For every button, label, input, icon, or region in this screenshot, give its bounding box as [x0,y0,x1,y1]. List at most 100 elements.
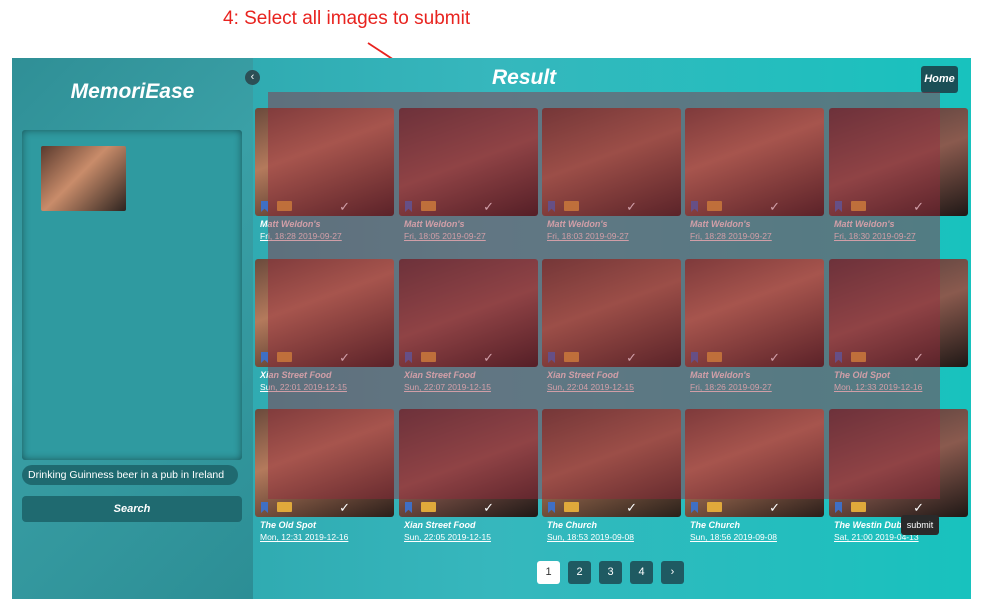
bookmark-icon[interactable] [548,502,555,513]
bookmark-icon[interactable] [405,502,412,513]
check-icon[interactable]: ✓ [626,199,637,215]
result-image[interactable]: ✓ [255,108,394,216]
result-image[interactable]: ✓ [685,108,824,216]
folder-icon[interactable] [277,352,292,362]
folder-icon[interactable] [851,201,866,211]
check-icon[interactable]: ✓ [913,500,924,516]
folder-icon[interactable] [421,502,436,512]
folder-icon[interactable] [277,201,292,211]
result-card[interactable]: ✓ Matt Weldon's Fri, 18:05 2019-09-27 [399,108,538,242]
result-card[interactable]: ✓ The Church Sun, 18:56 2019-09-08 [685,409,824,543]
folder-icon[interactable] [421,352,436,362]
page-button-2[interactable]: 2 [568,561,591,584]
result-card[interactable]: ✓ The Westin Dub Sat, 21:00 2019-04-13 [829,409,968,543]
check-icon[interactable]: ✓ [483,500,494,516]
result-card[interactable]: ✓ The Church Sun, 18:53 2019-09-08 [542,409,681,543]
folder-icon[interactable] [707,201,722,211]
result-card[interactable]: ✓ Xian Street Food Sun, 22:04 2019-12-15 [542,259,681,393]
folder-icon[interactable] [851,502,866,512]
folder-icon[interactable] [421,201,436,211]
check-icon[interactable]: ✓ [769,350,780,366]
folder-icon[interactable] [707,352,722,362]
check-icon[interactable]: ✓ [769,500,780,516]
check-icon[interactable]: ✓ [339,350,350,366]
result-date[interactable]: Sun, 22:01 2019-12-15 [260,381,394,393]
result-card[interactable]: ✓ Matt Weldon's Fri, 18:28 2019-09-27 [685,108,824,242]
result-image[interactable]: ✓ [542,409,681,517]
check-icon[interactable]: ✓ [483,350,494,366]
page-button-4[interactable]: 4 [630,561,653,584]
check-icon[interactable]: ✓ [769,199,780,215]
result-date[interactable]: Fri, 18:30 2019-09-27 [834,230,968,242]
check-icon[interactable]: ✓ [339,199,350,215]
result-card[interactable]: ✓ The Old Spot Mon, 12:33 2019-12-16 [829,259,968,393]
bookmark-icon[interactable] [835,201,842,212]
page-button-1[interactable]: 1 [537,561,560,584]
result-image[interactable]: ✓ [829,108,968,216]
home-button[interactable]: Home [921,66,958,93]
check-icon[interactable]: ✓ [339,500,350,516]
page-button-3[interactable]: 3 [599,561,622,584]
result-date[interactable]: Fri, 18:28 2019-09-27 [260,230,394,242]
result-date[interactable]: Mon, 12:33 2019-12-16 [834,381,968,393]
bookmark-icon[interactable] [548,201,555,212]
bookmark-icon[interactable] [405,201,412,212]
result-card[interactable]: ✓ Xian Street Food Sun, 22:05 2019-12-15 [399,409,538,543]
result-image[interactable]: ✓ [399,108,538,216]
folder-icon[interactable] [564,502,579,512]
result-date[interactable]: Sun, 18:56 2019-09-08 [690,531,824,543]
check-icon[interactable]: ✓ [626,350,637,366]
folder-icon[interactable] [277,502,292,512]
result-date[interactable]: Sun, 22:05 2019-12-15 [404,531,538,543]
result-card[interactable]: ✓ Xian Street Food Sun, 22:07 2019-12-15 [399,259,538,393]
result-date[interactable]: Sun, 18:53 2019-09-08 [547,531,681,543]
folder-icon[interactable] [707,502,722,512]
result-date[interactable]: Fri, 18:03 2019-09-27 [547,230,681,242]
result-image[interactable]: ✓ [399,259,538,367]
bookmark-icon[interactable] [691,201,698,212]
result-image[interactable]: ✓ [399,409,538,517]
result-image[interactable]: ✓ [685,409,824,517]
result-date[interactable]: Fri, 18:05 2019-09-27 [404,230,538,242]
bookmark-icon[interactable] [261,201,268,212]
result-date[interactable]: Fri, 18:26 2019-09-27 [690,381,824,393]
bookmark-icon[interactable] [261,352,268,363]
folder-icon[interactable] [564,352,579,362]
result-card[interactable]: ✓ Matt Weldon's Fri, 18:30 2019-09-27 [829,108,968,242]
folder-icon[interactable] [851,352,866,362]
search-query-input[interactable]: Drinking Guinness beer in a pub in Irela… [22,465,238,485]
result-date[interactable]: Sun, 22:07 2019-12-15 [404,381,538,393]
check-icon[interactable]: ✓ [483,199,494,215]
search-button[interactable]: Search [22,496,242,522]
result-image[interactable]: ✓ [542,259,681,367]
bookmark-icon[interactable] [691,352,698,363]
result-card[interactable]: ✓ Xian Street Food Sun, 22:01 2019-12-15 [255,259,394,393]
check-icon[interactable]: ✓ [913,350,924,366]
bookmark-icon[interactable] [405,352,412,363]
result-image[interactable]: ✓ [829,409,968,517]
bookmark-icon[interactable] [261,502,268,513]
result-card[interactable]: ✓ The Old Spot Mon, 12:31 2019-12-16 [255,409,394,543]
bookmark-icon[interactable] [548,352,555,363]
query-image-thumbnail[interactable] [41,146,126,211]
query-image-panel[interactable] [22,130,242,460]
next-page-button[interactable]: › [661,561,684,584]
result-image[interactable]: ✓ [829,259,968,367]
result-date[interactable]: Fri, 18:28 2019-09-27 [690,230,824,242]
result-date[interactable]: Sun, 22:04 2019-12-15 [547,381,681,393]
result-image[interactable]: ✓ [255,409,394,517]
result-card[interactable]: ✓ Matt Weldon's Fri, 18:26 2019-09-27 [685,259,824,393]
check-icon[interactable]: ✓ [913,199,924,215]
bookmark-icon[interactable] [691,502,698,513]
bookmark-icon[interactable] [835,352,842,363]
result-image[interactable]: ✓ [685,259,824,367]
folder-icon[interactable] [564,201,579,211]
result-card[interactable]: ✓ Matt Weldon's Fri, 18:28 2019-09-27 [255,108,394,242]
result-image[interactable]: ✓ [255,259,394,367]
check-icon[interactable]: ✓ [626,500,637,516]
result-card[interactable]: ✓ Matt Weldon's Fri, 18:03 2019-09-27 [542,108,681,242]
bookmark-icon[interactable] [835,502,842,513]
result-date[interactable]: Mon, 12:31 2019-12-16 [260,531,394,543]
chevron-left-icon[interactable]: ‹ [245,70,260,85]
result-image[interactable]: ✓ [542,108,681,216]
